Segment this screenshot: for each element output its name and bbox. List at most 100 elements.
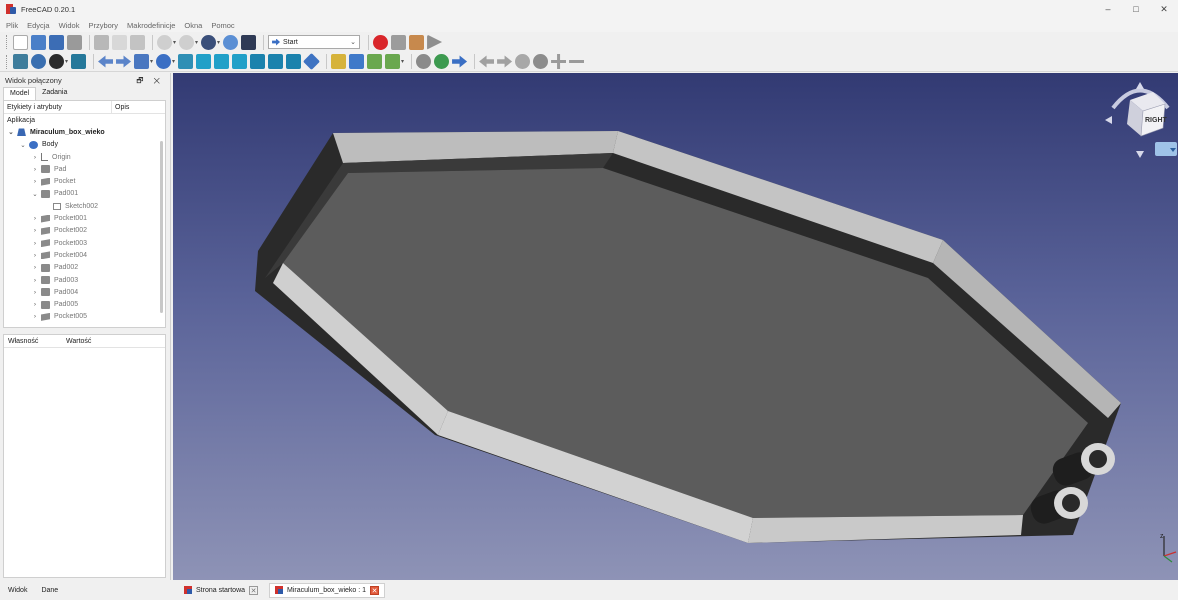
fit-all-icon[interactable] xyxy=(13,54,28,69)
tree-item[interactable]: › Pocket004 xyxy=(4,249,165,261)
expand-chevron-icon[interactable]: ⌄ xyxy=(7,128,15,136)
close-window-button[interactable]: ✕ xyxy=(1150,0,1178,18)
tree-item[interactable]: › Pad005 xyxy=(4,298,165,310)
isometric-view-icon[interactable] xyxy=(178,54,194,69)
tree-item[interactable]: › Pad002 xyxy=(4,262,165,274)
edit-macro-icon[interactable] xyxy=(409,34,425,50)
create-group-icon[interactable] xyxy=(349,54,365,69)
sync-view-icon[interactable] xyxy=(134,54,150,69)
toolbar-grip[interactable] xyxy=(6,35,9,49)
top-view-icon[interactable] xyxy=(214,54,230,69)
rear-view-icon[interactable] xyxy=(250,54,266,69)
tree-item[interactable]: › Pad xyxy=(4,163,165,175)
print-icon[interactable] xyxy=(67,34,82,50)
draw-style-icon[interactable] xyxy=(49,54,64,69)
tab-start-page[interactable]: Strona startowa ✕ xyxy=(179,584,263,597)
tree-vertical-scrollbar[interactable] xyxy=(160,141,163,313)
web-next-icon[interactable] xyxy=(497,55,513,68)
cut-icon[interactable] xyxy=(94,34,109,50)
expand-chevron-icon[interactable]: › xyxy=(31,252,39,259)
expand-chevron-icon[interactable]: › xyxy=(31,289,39,296)
web-forward-icon[interactable] xyxy=(452,55,468,68)
tree-item[interactable]: › Pad004 xyxy=(4,286,165,298)
expand-chevron-icon[interactable]: › xyxy=(31,215,39,222)
expand-chevron-icon[interactable]: ⌄ xyxy=(31,190,39,198)
refresh-icon[interactable] xyxy=(223,34,239,50)
redo-dropdown-icon[interactable]: ▾ xyxy=(195,39,198,46)
copy-icon[interactable] xyxy=(112,34,127,50)
navigation-cube[interactable]: RIGHT xyxy=(1103,78,1178,163)
menu-macro[interactable]: Makrodefinicje xyxy=(127,21,175,30)
web-stop-icon[interactable] xyxy=(533,54,549,69)
maximize-button[interactable]: □ xyxy=(1122,0,1150,18)
save-icon[interactable] xyxy=(49,34,64,50)
expand-chevron-icon[interactable]: › xyxy=(31,313,39,320)
menu-help[interactable]: Pomoc xyxy=(211,21,234,30)
menu-edit[interactable]: Edycja xyxy=(27,21,50,30)
expand-chevron-icon[interactable]: › xyxy=(31,178,39,185)
tree-item[interactable]: › Pocket001 xyxy=(4,212,165,224)
3d-viewport[interactable] xyxy=(173,73,1178,580)
expand-chevron-icon[interactable]: › xyxy=(31,277,39,284)
open-folder-icon[interactable] xyxy=(31,34,46,50)
tree-header-description[interactable]: Opis xyxy=(112,104,129,111)
link-dropdown-icon[interactable]: ▾ xyxy=(401,58,404,65)
tab-model[interactable]: Model xyxy=(3,87,37,100)
web-back-icon[interactable] xyxy=(479,55,495,68)
close-tab-icon[interactable]: ✕ xyxy=(249,585,259,595)
sync-dropdown-icon[interactable]: ▾ xyxy=(150,58,153,65)
minimize-button[interactable]: – xyxy=(1094,0,1122,18)
execute-macro-icon[interactable] xyxy=(427,34,443,50)
undo-icon[interactable] xyxy=(157,34,172,50)
back-arrow-icon[interactable] xyxy=(98,55,114,68)
no-entry-icon[interactable] xyxy=(416,54,432,69)
front-view-icon[interactable] xyxy=(196,54,212,69)
left-view-icon[interactable] xyxy=(286,54,302,69)
tree-item[interactable]: Sketch002 xyxy=(4,200,165,212)
tree-item[interactable]: ⌄ Pad001 xyxy=(4,188,165,200)
draw-style-dropdown-icon[interactable]: ▾ xyxy=(65,58,68,65)
fit-selection-icon[interactable] xyxy=(31,54,46,69)
tree-item[interactable]: › Pocket002 xyxy=(4,225,165,237)
tree-item[interactable]: ⌄ Miraculum_box_wieko xyxy=(4,126,165,138)
menu-file[interactable]: Plik xyxy=(6,21,18,30)
box-lid-model[interactable] xyxy=(173,73,1178,580)
tree-item[interactable]: › Pocket005 xyxy=(4,311,165,323)
refresh-style-icon[interactable] xyxy=(201,34,217,50)
zoom-in-plus-icon[interactable] xyxy=(551,54,567,69)
create-part-icon[interactable] xyxy=(331,54,347,69)
expand-chevron-icon[interactable]: ⌄ xyxy=(19,141,27,149)
record-macro-icon[interactable] xyxy=(373,34,389,50)
zoom-icon[interactable] xyxy=(156,54,172,69)
tree-item[interactable]: › Origin xyxy=(4,151,165,163)
right-view-icon[interactable] xyxy=(232,54,248,69)
tab-miraculum-document[interactable]: Miraculum_box_wieko : 1 ✕ xyxy=(269,582,386,598)
expand-chevron-icon[interactable]: › xyxy=(31,166,39,173)
link-actions-icon[interactable] xyxy=(385,54,401,69)
web-globe-icon[interactable] xyxy=(434,54,450,69)
property-header-value[interactable]: Wartość xyxy=(66,338,91,345)
zoom-dropdown-icon[interactable]: ▾ xyxy=(172,58,175,65)
expand-chevron-icon[interactable]: › xyxy=(31,227,39,234)
panel-float-close-icons[interactable]: 🗗 ✕ xyxy=(136,75,164,88)
tab-tasks[interactable]: Zadania xyxy=(36,87,73,100)
tab-data-props[interactable]: Dane xyxy=(41,587,58,594)
menu-view[interactable]: Widok xyxy=(59,21,80,30)
zoom-out-minus-icon[interactable] xyxy=(569,60,585,63)
measure-distance-icon[interactable] xyxy=(303,53,321,70)
undo-dropdown-icon[interactable]: ▾ xyxy=(173,39,176,46)
tree-item[interactable]: › Pocket xyxy=(4,175,165,187)
style-dropdown-icon[interactable]: ▾ xyxy=(217,39,220,46)
expand-chevron-icon[interactable]: › xyxy=(31,264,39,271)
tree-item[interactable]: › Pocket003 xyxy=(4,237,165,249)
tree-item[interactable]: ⌄ Body xyxy=(4,139,165,151)
bottom-view-icon[interactable] xyxy=(268,54,284,69)
whats-this-icon[interactable] xyxy=(241,34,257,50)
expand-chevron-icon[interactable]: › xyxy=(31,154,39,161)
tree-header-labels[interactable]: Etykiety i atrybuty xyxy=(4,101,112,114)
make-link-icon[interactable] xyxy=(367,54,383,69)
forward-arrow-icon[interactable] xyxy=(116,55,132,68)
stop-macro-icon[interactable] xyxy=(391,34,407,50)
expand-chevron-icon[interactable]: › xyxy=(31,301,39,308)
web-refresh-icon[interactable] xyxy=(515,54,531,69)
